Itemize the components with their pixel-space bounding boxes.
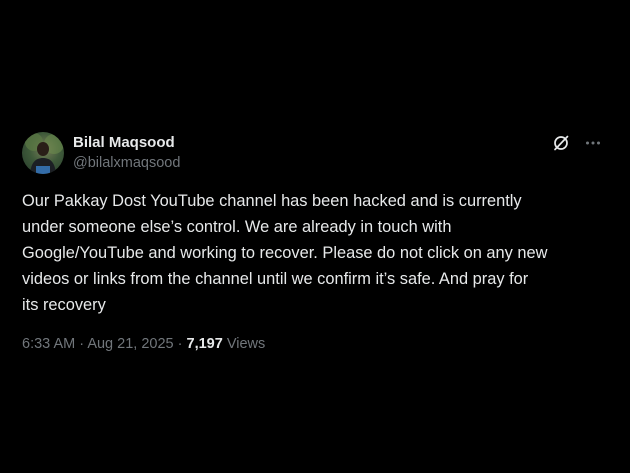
display-name[interactable]: Bilal Maqsood xyxy=(73,134,180,152)
meta-separator: · xyxy=(79,336,85,352)
tweet-time[interactable]: 6:33 AM xyxy=(22,336,75,352)
tweet-card: Bilal Maqsood @bilalxmaqsood Our Pakkay … xyxy=(22,128,612,354)
avatar-image xyxy=(25,133,64,174)
author-names: Bilal Maqsood @bilalxmaqsood xyxy=(73,134,180,173)
grok-icon[interactable] xyxy=(552,134,570,152)
header-actions xyxy=(552,134,602,152)
tweet-header: Bilal Maqsood @bilalxmaqsood xyxy=(22,128,612,178)
views-label: Views xyxy=(226,336,266,352)
views-count[interactable]: 7,197 xyxy=(187,336,223,352)
tweet-text: Our Pakkay Dost YouTube channel has been… xyxy=(22,192,548,314)
tweet-meta: 6:33 AM · Aug 21, 2025 · 7,197 Views xyxy=(22,334,612,354)
tweet-date[interactable]: Aug 21, 2025 xyxy=(87,336,173,352)
more-icon[interactable] xyxy=(584,134,602,152)
avatar[interactable] xyxy=(22,132,64,174)
author-handle[interactable]: @bilalxmaqsood xyxy=(73,153,180,173)
meta-separator: · xyxy=(177,336,183,352)
